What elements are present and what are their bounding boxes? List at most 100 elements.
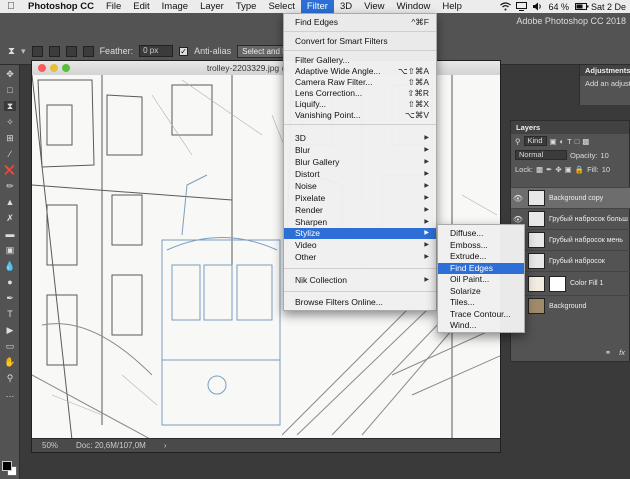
menu-item-lens-correction[interactable]: Lens Correction... ⇧⌘R [284, 88, 436, 99]
layer-row[interactable]: Грубый набросок мень [511, 229, 630, 250]
menu-item-other[interactable]: Other ▶ [284, 252, 436, 263]
menu-item-vanishing-point[interactable]: Vanishing Point... ⌥⌘V [284, 110, 436, 121]
fill-value[interactable]: 10 [602, 165, 610, 174]
submenu-item-emboss[interactable]: Emboss... [438, 240, 524, 251]
eraser-tool-icon[interactable]: ▬ [4, 229, 16, 239]
zoom-tool-icon[interactable]: ⚲ [4, 373, 16, 383]
menu-window[interactable]: Window [391, 0, 437, 13]
menu-item-filter-gallery[interactable]: Filter Gallery... [284, 55, 436, 66]
foreground-color-swatch[interactable] [2, 461, 12, 471]
fx-button[interactable]: fx [619, 348, 625, 357]
menu-item-blur-gallery[interactable]: Blur Gallery ▶ [284, 157, 436, 168]
filter-adjustment-icon[interactable]: ◐ [560, 137, 565, 146]
submenu-item-oil-paint[interactable]: Oil Paint... [438, 274, 524, 285]
filter-pixel-icon[interactable]: ▣ [550, 137, 557, 146]
hand-tool-icon[interactable]: ✋ [4, 357, 16, 367]
menu-item-adaptive-wide-angle[interactable]: Adaptive Wide Angle... ⌥⇧⌘A [284, 66, 436, 77]
menu-view[interactable]: View [358, 0, 390, 13]
marquee-tool-icon[interactable]: □ [4, 85, 16, 95]
submenu-item-diffuse[interactable]: Diffuse... [438, 228, 524, 239]
menu-app-name[interactable]: Photoshop CC [22, 0, 100, 13]
menu-filter[interactable]: Filter [300, 0, 334, 13]
filter-shape-icon[interactable]: □ [575, 137, 580, 146]
apple-icon[interactable]:  [0, 1, 22, 12]
move-tool-icon[interactable]: ✥ [4, 69, 16, 79]
new-selection-icon[interactable] [31, 45, 43, 57]
subtract-selection-icon[interactable] [65, 45, 77, 57]
layer-row[interactable]: 👁 Грубый набросок больш [511, 208, 630, 229]
intersect-selection-icon[interactable] [82, 45, 94, 57]
layer-row[interactable]: Грубый набросок [511, 250, 630, 271]
menu-item-browse-filters-online[interactable]: Browse Filters Online... [284, 297, 436, 308]
opacity-value[interactable]: 10 [601, 151, 609, 160]
close-window-icon[interactable] [38, 64, 46, 72]
submenu-item-trace-contour[interactable]: Trace Contour... [438, 309, 524, 320]
visibility-eye-icon[interactable]: 👁 [511, 215, 525, 224]
wifi-icon[interactable] [500, 2, 512, 11]
submenu-item-wind[interactable]: Wind... [438, 320, 524, 331]
lock-image-icon[interactable]: ✒ [546, 165, 552, 174]
menu-item-distort[interactable]: Distort ▶ [284, 169, 436, 180]
lock-all-icon[interactable]: 🔒 [575, 165, 584, 174]
menu-item-nik-collection[interactable]: Nik Collection ▶ [284, 275, 436, 286]
dodge-tool-icon[interactable]: ● [4, 277, 16, 287]
blend-mode-select[interactable]: Normal [515, 150, 567, 160]
blur-tool-icon[interactable]: 💧 [4, 261, 16, 271]
menu-item-stylize[interactable]: Stylize ▶ [284, 228, 436, 239]
zoom-window-icon[interactable] [62, 64, 70, 72]
menu-file[interactable]: File [100, 0, 127, 13]
quick-select-tool-icon[interactable]: ✧ [4, 117, 16, 127]
menu-select[interactable]: Select [262, 0, 300, 13]
zoom-level[interactable]: 50% [42, 439, 58, 452]
lasso-tool-button-icon[interactable]: ⧗ [4, 101, 16, 111]
path-select-tool-icon[interactable]: ▶ [4, 325, 16, 335]
layers-tab[interactable]: Layers [511, 121, 629, 134]
more-tools-icon[interactable]: … [4, 389, 16, 399]
submenu-item-find-edges[interactable]: Find Edges [438, 263, 524, 274]
adjustments-tab[interactable]: Adjustments [580, 65, 630, 76]
shape-tool-icon[interactable]: ▭ [4, 341, 16, 351]
menu-item-sharpen[interactable]: Sharpen ▶ [284, 217, 436, 228]
menu-edit[interactable]: Edit [127, 0, 155, 13]
status-chevron-icon[interactable]: › [164, 439, 167, 452]
clone-stamp-icon[interactable]: ▲ [4, 197, 16, 207]
kind-filter-select[interactable]: Kind [523, 136, 547, 146]
menu-item-find-edges[interactable]: Find Edges ^⌘F [284, 17, 436, 28]
antialias-checkbox[interactable]: ✓ [179, 46, 189, 56]
filter-type-icon[interactable]: T [567, 137, 572, 146]
gradient-tool-icon[interactable]: ▣ [4, 245, 16, 255]
layer-row[interactable]: Color Fill 1 [511, 271, 630, 295]
lock-transparent-icon[interactable]: ▩ [536, 165, 543, 174]
lasso-tool-icon[interactable]: ⧗ [8, 46, 15, 57]
menu-item-video[interactable]: Video ▶ [284, 240, 436, 251]
pen-tool-icon[interactable]: ✒ [4, 293, 16, 303]
menu-help[interactable]: Help [436, 0, 468, 13]
minimize-window-icon[interactable] [50, 64, 58, 72]
menu-item-pixelate[interactable]: Pixelate ▶ [284, 193, 436, 204]
menu-type[interactable]: Type [230, 0, 263, 13]
history-brush-icon[interactable]: ✗ [4, 213, 16, 223]
volume-icon[interactable] [532, 2, 542, 11]
submenu-item-solarize[interactable]: Solarize [438, 286, 524, 297]
menu-item-blur[interactable]: Blur ▶ [284, 145, 436, 156]
menu-item-convert-smart-filters[interactable]: Convert for Smart Filters [284, 36, 436, 47]
link-layers-icon[interactable]: ⚭ [605, 348, 611, 357]
battery-icon[interactable] [574, 2, 589, 11]
lock-artboard-icon[interactable]: ▣ [565, 165, 572, 174]
display-icon[interactable] [516, 2, 528, 11]
brush-tool-icon[interactable]: ✏ [4, 181, 16, 191]
eyedropper-tool-icon[interactable]: ∕ [4, 149, 16, 159]
visibility-eye-icon[interactable]: 👁 [511, 194, 525, 203]
submenu-item-tiles[interactable]: Tiles... [438, 297, 524, 308]
submenu-item-extrude[interactable]: Extrude... [438, 251, 524, 262]
menu-3d[interactable]: 3D [334, 0, 358, 13]
menu-item-liquify[interactable]: Liquify... ⇧⌘X [284, 99, 436, 110]
add-selection-icon[interactable] [48, 45, 60, 57]
layer-row[interactable]: Background [511, 295, 630, 316]
type-tool-icon[interactable]: T [4, 309, 16, 319]
menu-item-3d[interactable]: 3D ▶ [284, 133, 436, 144]
menu-item-noise[interactable]: Noise ▶ [284, 181, 436, 192]
tool-preset-chevron-icon[interactable]: ▾ [21, 46, 26, 57]
menu-image[interactable]: Image [156, 0, 194, 13]
healing-brush-icon[interactable]: ❌ [4, 165, 16, 175]
